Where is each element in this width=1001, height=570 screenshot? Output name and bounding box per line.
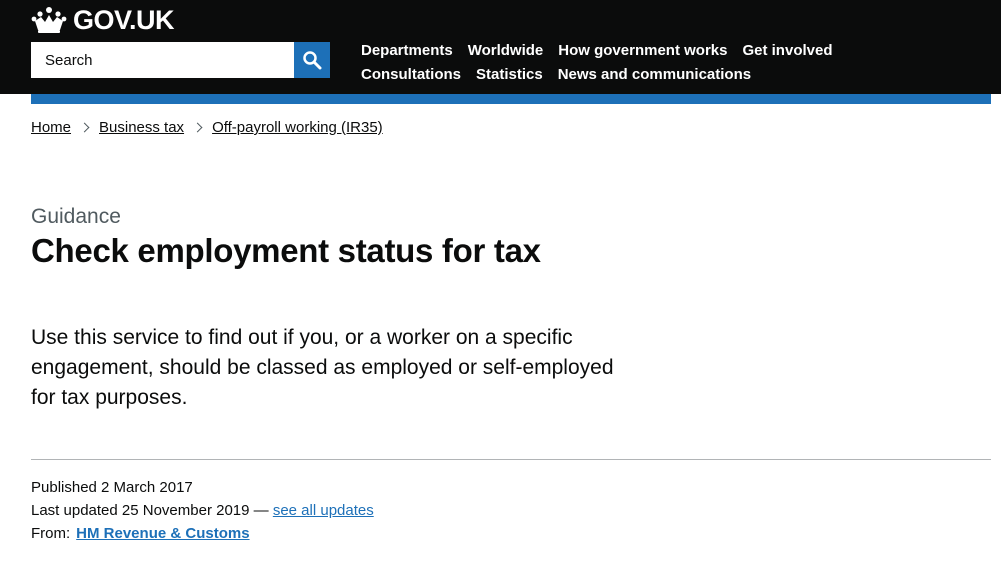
nav-row-2: Consultations Statistics News and commun… (361, 62, 881, 86)
breadcrumb-off-payroll-working[interactable]: Off-payroll working (IR35) (212, 119, 383, 136)
nav-row-1: Departments Worldwide How government wor… (361, 38, 881, 62)
header-blue-bar (31, 94, 991, 104)
breadcrumb-home[interactable]: Home (31, 119, 71, 136)
nav-link-get-involved[interactable]: Get involved (742, 42, 832, 59)
crown-icon (31, 7, 67, 33)
chevron-right-icon (192, 122, 203, 133)
search-input[interactable] (31, 42, 295, 78)
page-caption: Guidance (31, 205, 121, 228)
lead-paragraph: Use this service to find out if you, or … (31, 326, 614, 409)
search-icon (303, 51, 322, 70)
nav-link-consultations[interactable]: Consultations (361, 66, 461, 83)
from-label: From: (31, 525, 71, 542)
chevron-right-icon (79, 122, 90, 133)
govuk-logo-link[interactable]: GOV.UK (31, 4, 175, 36)
section-divider (31, 459, 991, 460)
nav-link-worldwide[interactable]: Worldwide (468, 42, 544, 59)
last-updated-line: Last updated 25 November 2019 — see all … (31, 499, 374, 522)
nav-link-how-government-works[interactable]: How government works (558, 42, 727, 59)
search-button[interactable] (294, 42, 330, 78)
nav-link-news-and-communications[interactable]: News and communications (558, 66, 751, 83)
see-all-updates-link[interactable]: see all updates (273, 502, 374, 519)
breadcrumb-business-tax[interactable]: Business tax (99, 119, 184, 136)
page-title: Check employment status for tax (31, 232, 541, 269)
published-date: Published 2 March 2017 (31, 479, 193, 496)
site-header: GOV.UK Departments Worldwide How governm… (0, 0, 1001, 94)
nav-link-statistics[interactable]: Statistics (476, 66, 543, 83)
last-updated-date: Last updated 25 November 2019 — (31, 502, 269, 519)
from-line: From: HM Revenue & Customs (31, 522, 374, 545)
organisation-link[interactable]: HM Revenue & Customs (76, 525, 249, 542)
nav-link-departments[interactable]: Departments (361, 42, 453, 59)
top-navigation: Departments Worldwide How government wor… (361, 38, 881, 86)
breadcrumb: Home Business tax Off-payroll working (I… (31, 119, 383, 136)
logo-text: GOV.UK (73, 4, 175, 35)
page-metadata: Published 2 March 2017 Last updated 25 N… (31, 476, 374, 545)
